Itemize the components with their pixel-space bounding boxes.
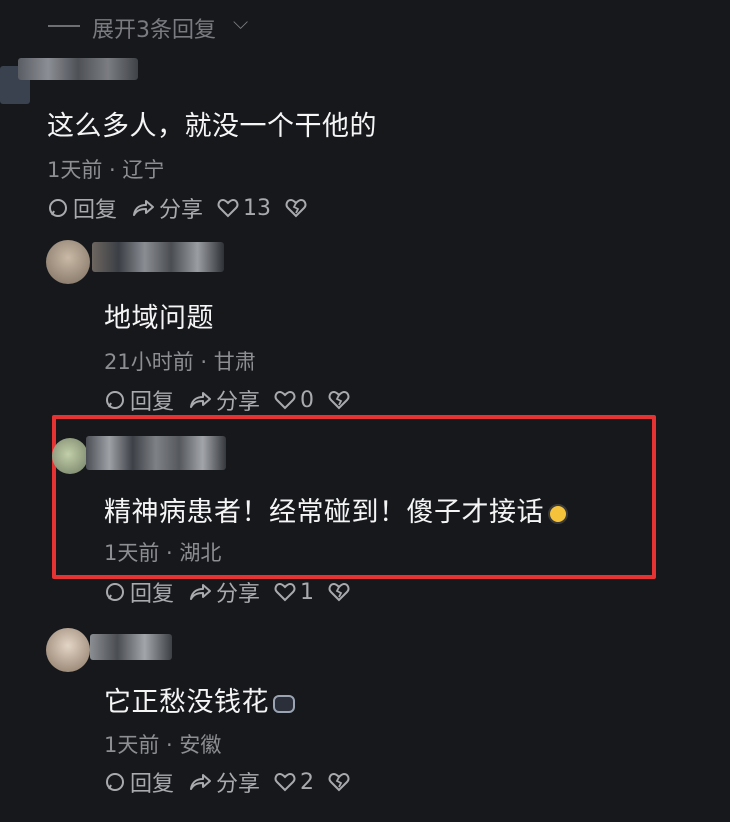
- comment-location: 辽宁: [122, 158, 165, 182]
- comment-meta: 1天前 · 安徽: [104, 733, 222, 757]
- heart-icon: [217, 198, 239, 218]
- like-count: 1: [300, 579, 315, 605]
- comment-text-content: 精神病患者！经常碰到！傻子才接话: [104, 497, 544, 528]
- action-bar: 回复 分享 1: [104, 576, 368, 608]
- username-blurred[interactable]: [18, 58, 138, 80]
- avatar[interactable]: [52, 438, 88, 474]
- share-label: 分享: [159, 198, 204, 223]
- comment-meta: 21小时前 · 甘肃: [104, 350, 256, 374]
- reply-button[interactable]: 回复: [104, 576, 174, 608]
- share-label: 分享: [216, 772, 261, 797]
- avatar[interactable]: [46, 240, 90, 284]
- like-count: 0: [300, 387, 315, 413]
- share-arrow-icon: [190, 392, 212, 408]
- chevron-down-icon[interactable]: ⌵: [233, 10, 248, 34]
- username-blurred[interactable]: [90, 634, 172, 660]
- comment-text: 这么多人，就没一个干他的: [47, 111, 377, 142]
- reply-button[interactable]: 回复: [104, 766, 174, 798]
- username-blurred[interactable]: [92, 242, 224, 272]
- share-label: 分享: [216, 390, 261, 415]
- reply-label: 回复: [73, 198, 118, 223]
- share-arrow-icon: [190, 774, 212, 790]
- avatar[interactable]: [46, 628, 90, 672]
- comment-bubble-icon: [49, 199, 67, 217]
- broken-heart-icon: [328, 582, 350, 602]
- like-button[interactable]: 13: [217, 196, 271, 221]
- share-arrow-icon: [190, 584, 212, 600]
- share-label: 分享: [216, 582, 261, 607]
- dislike-button[interactable]: [328, 390, 354, 410]
- comment-text: 地域问题: [104, 303, 214, 334]
- dislike-button[interactable]: [285, 198, 311, 218]
- action-bar: 回复 分享 0: [104, 384, 368, 416]
- reply-label: 回复: [130, 390, 175, 415]
- dislike-button[interactable]: [328, 582, 354, 602]
- heart-icon: [274, 582, 296, 602]
- reply-button[interactable]: 回复: [47, 192, 117, 224]
- action-bar: 回复 分享 2: [104, 766, 368, 798]
- comment-meta: 1天前 · 辽宁: [47, 158, 165, 182]
- broken-heart-icon: [328, 390, 350, 410]
- comment-meta: 1天前 · 湖北: [104, 541, 222, 565]
- expand-divider: [48, 25, 80, 27]
- username-blurred[interactable]: [86, 436, 226, 470]
- comment-time: 1天前: [104, 733, 160, 757]
- share-button[interactable]: 分享: [188, 766, 260, 798]
- share-arrow-icon: [133, 200, 155, 216]
- comment-time: 1天前: [47, 158, 103, 182]
- expand-replies-link[interactable]: 展开3条回复: [92, 12, 216, 44]
- like-count: 2: [300, 769, 315, 795]
- heart-icon: [274, 390, 296, 410]
- broken-heart-icon: [328, 772, 350, 792]
- like-button[interactable]: 2: [274, 770, 314, 795]
- comment-location: 甘肃: [213, 350, 256, 374]
- comment-location: 湖北: [179, 541, 222, 565]
- comment-bubble-icon: [106, 583, 124, 601]
- comment-bubble-icon: [106, 773, 124, 791]
- action-bar: 回复 分享 13: [47, 192, 325, 224]
- laughing-emoji-icon: [548, 503, 568, 524]
- dislike-button[interactable]: [328, 772, 354, 792]
- comment-text: 精神病患者！经常碰到！傻子才接话: [104, 490, 568, 529]
- reply-label: 回复: [130, 772, 175, 797]
- like-button[interactable]: 1: [274, 580, 314, 605]
- share-button[interactable]: 分享: [131, 192, 203, 224]
- comment-time: 1天前: [104, 541, 160, 565]
- reply-label: 回复: [130, 582, 175, 607]
- share-button[interactable]: 分享: [188, 384, 260, 416]
- like-button[interactable]: 0: [274, 388, 314, 413]
- heart-icon: [274, 772, 296, 792]
- comment-bubble-icon: [106, 391, 124, 409]
- like-count: 13: [243, 195, 272, 221]
- comment-time: 21小时前: [104, 350, 194, 374]
- share-button[interactable]: 分享: [188, 576, 260, 608]
- reply-button[interactable]: 回复: [104, 384, 174, 416]
- comment-text-content: 它正愁没钱花: [104, 687, 269, 718]
- comment-text: 它正愁没钱花: [104, 680, 295, 719]
- cat-emoji-icon: [273, 694, 295, 713]
- broken-heart-icon: [285, 198, 307, 218]
- comment-location: 安徽: [179, 733, 222, 757]
